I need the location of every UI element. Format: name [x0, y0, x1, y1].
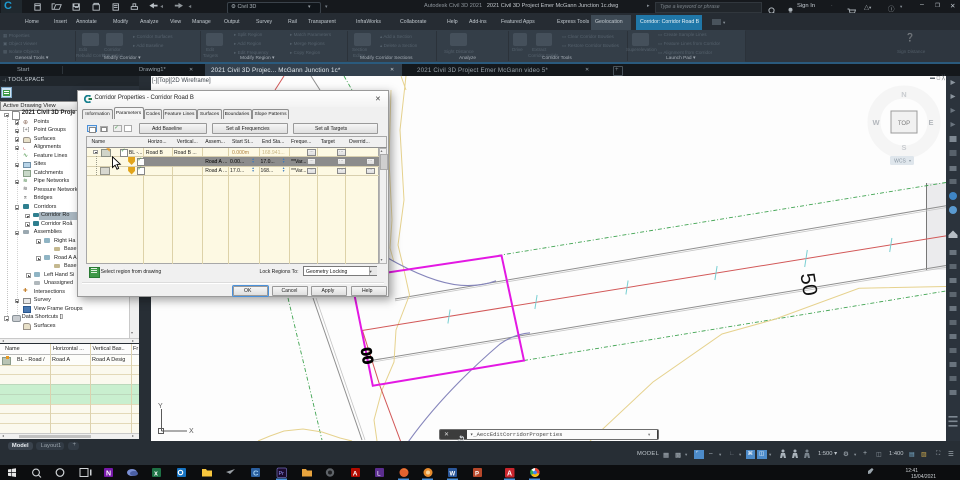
svg-text:C: C	[253, 469, 259, 478]
svg-text:A: A	[507, 471, 512, 478]
svg-text:x: x	[154, 471, 158, 478]
svg-text:00: 00	[357, 346, 376, 365]
svg-text:N: N	[106, 471, 111, 478]
svg-text:WCS: WCS	[894, 159, 906, 165]
svg-text:S: S	[901, 143, 906, 152]
svg-text:X: X	[189, 428, 194, 435]
svg-text:A: A	[353, 470, 358, 477]
svg-text:Pr: Pr	[279, 471, 285, 477]
svg-text:L: L	[377, 470, 381, 477]
svg-text:N: N	[901, 90, 906, 99]
svg-text:Y: Y	[158, 403, 163, 410]
svg-text:E: E	[928, 118, 933, 127]
svg-text:P: P	[475, 471, 479, 477]
svg-text:W: W	[450, 471, 456, 477]
svg-text:15/04/2021: 15/04/2021	[911, 474, 936, 480]
svg-text:50: 50	[795, 271, 821, 297]
svg-text:W: W	[872, 118, 880, 127]
svg-text:TOP: TOP	[898, 121, 910, 127]
svg-text:▾: ▾	[909, 158, 911, 163]
